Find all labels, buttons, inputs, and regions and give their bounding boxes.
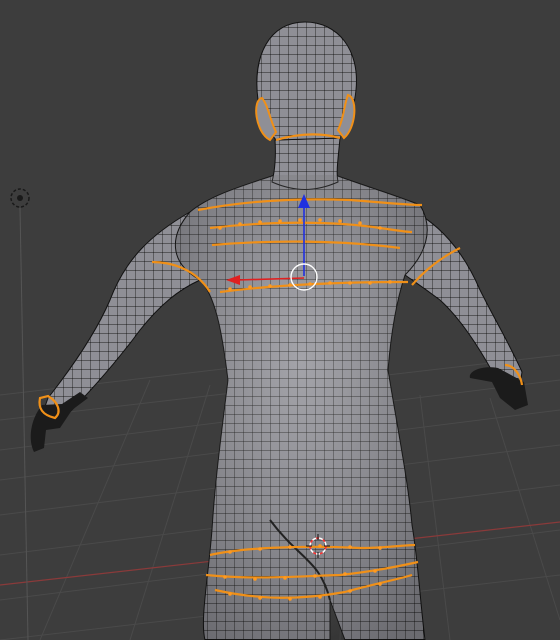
3d-viewport[interactable]: [0, 0, 560, 640]
viewport-canvas[interactable]: [0, 0, 560, 640]
lamp-icon[interactable]: [10, 188, 30, 640]
